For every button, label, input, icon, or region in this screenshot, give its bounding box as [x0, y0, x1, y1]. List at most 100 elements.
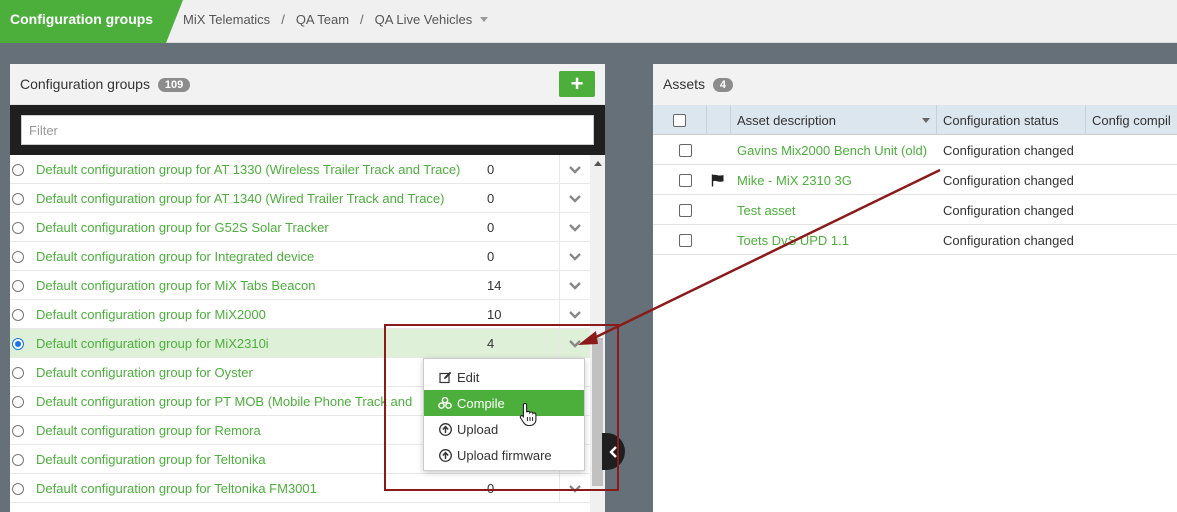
group-name-link[interactable]: Default configuration group for AT 1330 … [36, 162, 460, 177]
group-name-link[interactable]: Default configuration group for MiX2000 [36, 307, 266, 322]
asset-row[interactable]: Toets DvS UPD 1.1 Configuration changed [653, 225, 1177, 255]
top-bar: Configuration groups MiX Telematics / QA… [0, 0, 1177, 43]
filter-bar [10, 105, 605, 155]
assets-table: Asset description Configuration status C… [653, 105, 1177, 255]
row-menu-toggle[interactable] [559, 271, 589, 300]
breadcrumb-item-organisation[interactable]: MiX Telematics [183, 12, 270, 27]
breadcrumb: MiX Telematics / QA Team / QA Live Vehic… [183, 12, 489, 27]
assets-panel-title-text: Assets [663, 76, 706, 92]
asset-configuration-status: Configuration changed [943, 142, 1074, 158]
group-asset-count: 0 [487, 191, 495, 206]
asset-description-link[interactable]: Test asset [737, 195, 796, 225]
group-asset-count: 0 [487, 220, 495, 235]
group-radio[interactable] [12, 309, 24, 321]
group-name-link[interactable]: Default configuration group for MiX2310i [36, 336, 269, 351]
group-radio[interactable] [12, 454, 24, 466]
asset-flag-cell [711, 135, 731, 165]
group-radio[interactable] [12, 280, 24, 292]
sort-desc-icon[interactable] [922, 117, 930, 123]
asset-row[interactable]: Mike - MiX 2310 3G Configuration changed [653, 165, 1177, 195]
group-radio[interactable] [12, 251, 24, 263]
groups-count-badge: 109 [157, 78, 191, 92]
asset-configuration-status: Configuration changed [943, 172, 1074, 188]
group-name-link[interactable]: Default configuration group for Integrat… [36, 249, 314, 264]
group-asset-count: 10 [487, 307, 502, 322]
asset-checkbox[interactable] [678, 203, 692, 217]
flag-column-header [707, 105, 731, 135]
assets-count-badge: 4 [712, 78, 734, 92]
group-name-link[interactable]: Default configuration group for AT 1340 … [36, 191, 445, 206]
select-all-checkbox[interactable] [673, 113, 686, 127]
group-radio[interactable] [12, 338, 24, 350]
group-radio[interactable] [12, 425, 24, 437]
group-row[interactable]: Default configuration group for G52S Sol… [10, 213, 590, 242]
asset-checkbox[interactable] [678, 143, 692, 157]
column-header-configuration-status[interactable]: Configuration status [937, 105, 1086, 135]
column-header-config-compile[interactable]: Config compil [1086, 105, 1177, 135]
asset-select-cell [653, 195, 717, 225]
select-all-cell [653, 105, 707, 135]
asset-checkbox[interactable] [678, 233, 692, 247]
group-row[interactable]: Default configuration group for MiX Tabs… [10, 271, 590, 300]
group-asset-count: 0 [487, 162, 495, 177]
asset-row[interactable]: Test asset Configuration changed [653, 195, 1177, 225]
add-group-button[interactable]: + [559, 71, 595, 97]
group-asset-count: 14 [487, 278, 502, 293]
asset-configuration-status: Configuration changed [943, 232, 1074, 248]
group-radio[interactable] [12, 164, 24, 176]
group-radio[interactable] [12, 193, 24, 205]
brand-tab[interactable]: Configuration groups [0, 0, 183, 43]
asset-flag-cell [711, 225, 731, 255]
group-radio[interactable] [12, 367, 24, 379]
asset-flag-cell [711, 195, 731, 225]
asset-description-link[interactable]: Mike - MiX 2310 3G [737, 165, 852, 195]
group-name-link[interactable]: Default configuration group for PT MOB (… [36, 394, 412, 409]
group-row[interactable]: Default configuration group for AT 1330 … [10, 155, 590, 184]
row-menu-toggle[interactable] [559, 213, 589, 242]
group-radio[interactable] [12, 222, 24, 234]
asset-select-cell [653, 225, 717, 255]
breadcrumb-item-site[interactable]: QA Live Vehicles [375, 12, 473, 27]
brand-title: Configuration groups [10, 11, 154, 27]
group-name-link[interactable]: Default configuration group for Oyster [36, 365, 253, 380]
groups-panel-title-text: Configuration groups [20, 76, 150, 92]
group-row[interactable]: Default configuration group for AT 1340 … [10, 184, 590, 213]
group-name-link[interactable]: Default configuration group for G52S Sol… [36, 220, 329, 235]
assets-table-header: Asset description Configuration status C… [653, 105, 1177, 135]
column-header-label: Configuration status [943, 112, 1059, 128]
asset-select-cell [653, 135, 717, 165]
row-menu-toggle[interactable] [559, 184, 589, 213]
group-name-link[interactable]: Default configuration group for Teltonik… [36, 452, 266, 467]
filter-input[interactable] [21, 115, 594, 145]
chevron-down-icon [568, 310, 581, 319]
breadcrumb-item-team[interactable]: QA Team [296, 12, 349, 27]
group-name-link[interactable]: Default configuration group for Remora [36, 423, 261, 438]
row-menu-toggle[interactable] [559, 242, 589, 271]
asset-description-link[interactable]: Toets DvS UPD 1.1 [737, 225, 849, 255]
asset-row[interactable]: Gavins Mix2000 Bench Unit (old) Configura… [653, 135, 1177, 165]
flag-icon [711, 174, 724, 186]
groups-panel-title: Configuration groups 109 [20, 76, 191, 92]
chevron-down-icon [568, 252, 581, 261]
group-row[interactable]: Default configuration group for Integrat… [10, 242, 590, 271]
group-radio[interactable] [12, 396, 24, 408]
row-menu-toggle[interactable] [559, 155, 589, 184]
chevron-down-icon[interactable] [480, 17, 489, 22]
asset-description-link[interactable]: Gavins Mix2000 Bench Unit (old) [737, 135, 927, 165]
group-name-link[interactable]: Default configuration group for Teltonik… [36, 481, 317, 496]
asset-checkbox[interactable] [678, 173, 692, 187]
group-name-link[interactable]: Default configuration group for MiX Tabs… [36, 278, 315, 293]
column-header-label: Asset description [737, 112, 836, 128]
assets-panel-header: Assets 4 [653, 64, 1177, 105]
group-radio[interactable] [12, 483, 24, 495]
group-asset-count: 0 [487, 249, 495, 264]
plus-icon: + [570, 71, 584, 96]
chevron-down-icon [568, 194, 581, 203]
column-header-label: Config compil [1092, 112, 1171, 128]
asset-select-cell [653, 165, 717, 195]
assets-table-body: Gavins Mix2000 Bench Unit (old) Configura… [653, 135, 1177, 255]
asset-configuration-status: Configuration changed [943, 202, 1074, 218]
column-header-asset-description[interactable]: Asset description [731, 105, 937, 135]
scroll-up-icon[interactable] [594, 161, 602, 166]
assets-panel-title: Assets 4 [663, 76, 734, 92]
